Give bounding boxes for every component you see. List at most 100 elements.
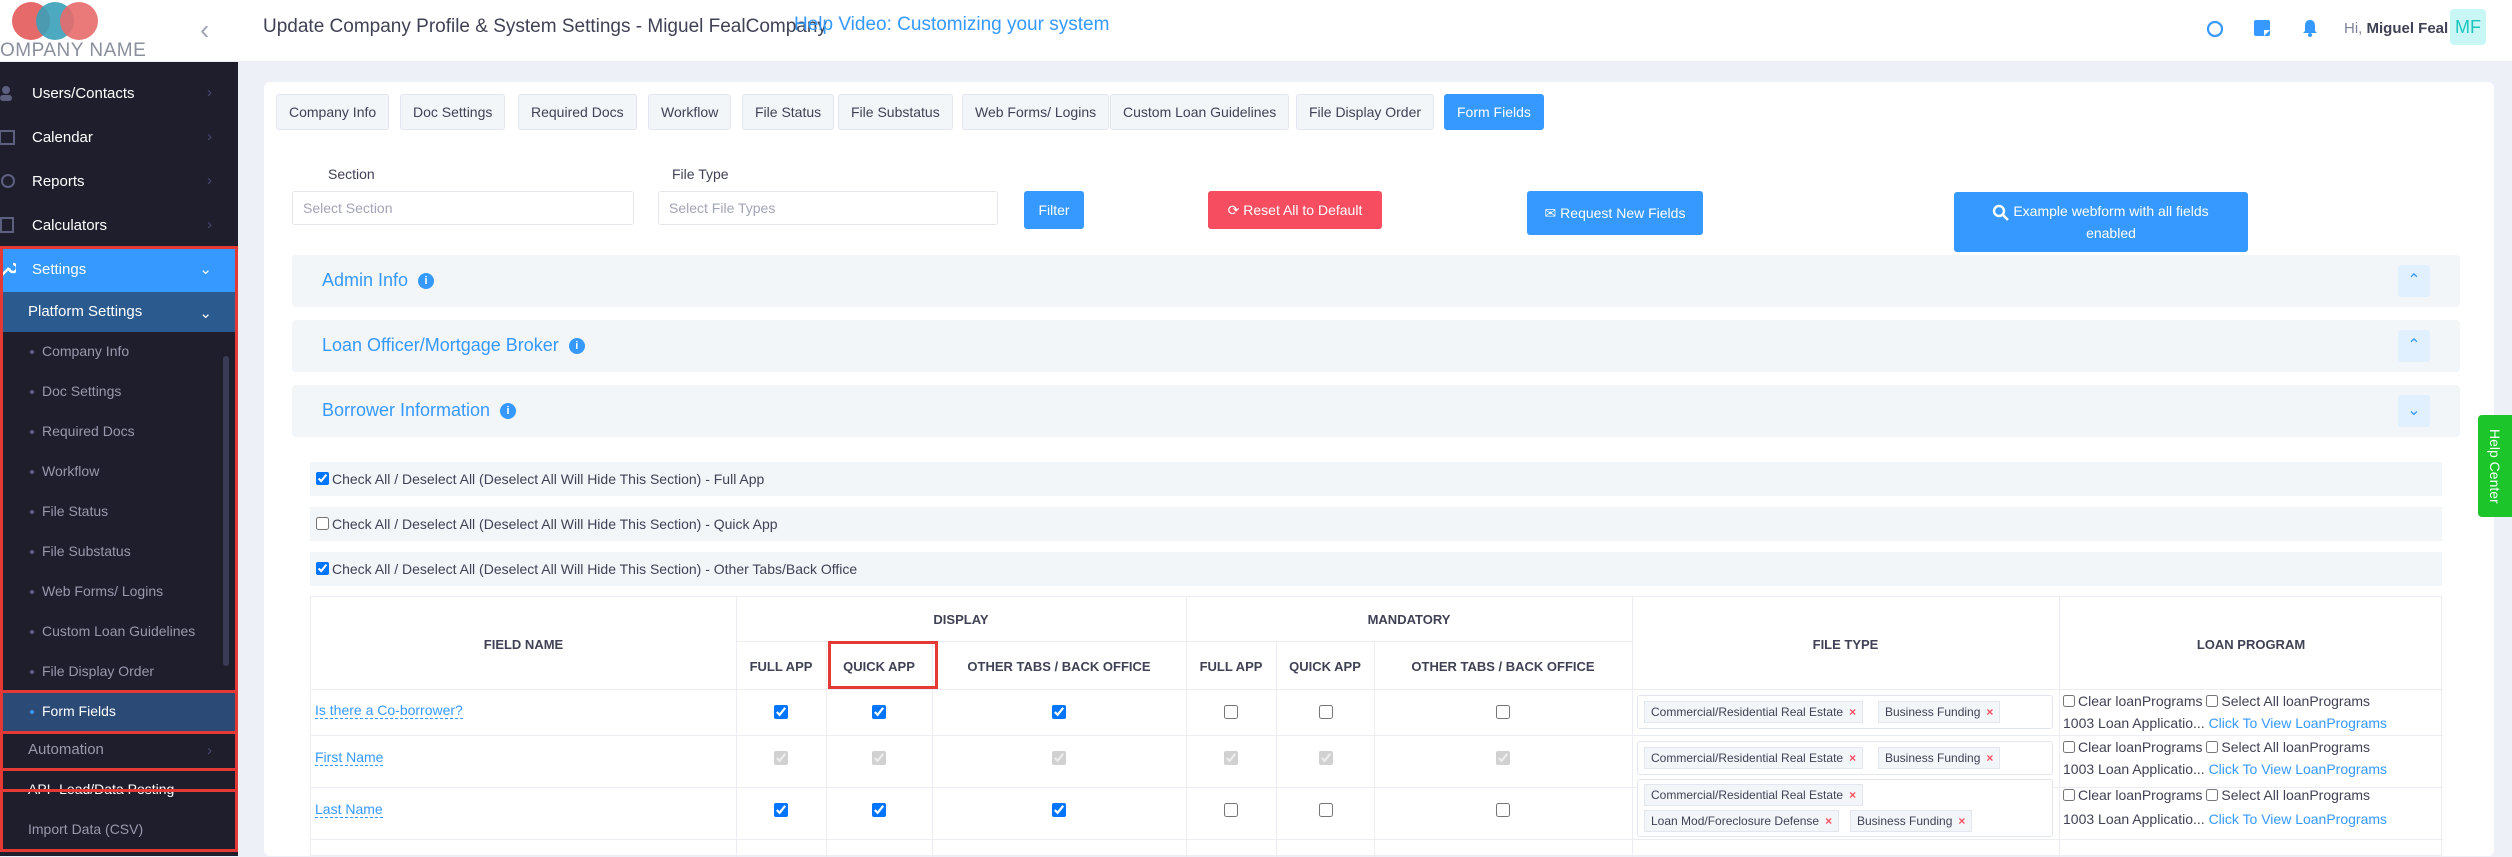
sidebar-item-platform-settings[interactable]: Platform Settings ⌄ [0, 292, 238, 332]
view-loan-programs-link[interactable]: Click To View LoanPrograms [2209, 761, 2387, 777]
clear-loan-programs[interactable]: Clear loanPrograms [2063, 739, 2203, 755]
chevron-down-icon[interactable]: ⌄ [2398, 395, 2430, 427]
sidebar-item-import[interactable]: Import Data (CSV) [0, 810, 238, 850]
display-quick-app-checkbox[interactable] [872, 705, 886, 719]
remove-icon[interactable]: × [1958, 814, 1965, 828]
remove-icon[interactable]: × [1986, 751, 1993, 765]
display-quick-app-checkbox[interactable] [872, 803, 886, 817]
request-new-fields-button[interactable]: ✉ Request New Fields [1527, 191, 1703, 235]
sidebar-subitem-company-info[interactable]: Company Info [0, 332, 238, 372]
tab-form-fields[interactable]: Form Fields [1444, 94, 1544, 130]
sidebar-subitem-file-display-order[interactable]: File Display Order [0, 652, 238, 692]
display-other-tabs-checkbox[interactable] [1052, 803, 1066, 817]
sidebar-subitem-file-status[interactable]: File Status [0, 492, 238, 532]
section-loan-officer[interactable]: Loan Officer/Mortgage Broker i ⌃ [292, 320, 2460, 372]
check-all-quick-app-checkbox[interactable] [316, 517, 329, 530]
remove-icon[interactable]: × [1849, 788, 1856, 802]
mandatory-other-tabs-checkbox[interactable] [1496, 803, 1510, 817]
sidebar-scrollbar[interactable] [223, 356, 229, 666]
display-full-app-checkbox[interactable] [774, 705, 788, 719]
help-video-link[interactable]: Help Video: Customizing your system [794, 14, 1109, 36]
tab-company-info[interactable]: Company Info [276, 94, 390, 130]
tab-doc-settings[interactable]: Doc Settings [400, 94, 506, 130]
notes-icon[interactable] [2252, 18, 2272, 38]
chevron-up-icon[interactable]: ⌃ [2398, 265, 2430, 297]
tab-web-forms[interactable]: Web Forms/ Logins [962, 94, 1110, 130]
tab-required-docs[interactable]: Required Docs [518, 94, 637, 130]
remove-icon[interactable]: × [1986, 705, 1993, 719]
filter-button[interactable]: Filter [1024, 191, 1084, 229]
remove-icon[interactable]: × [1825, 814, 1832, 828]
sidebar-subitem-custom-loan-guidelines[interactable]: Custom Loan Guidelines [0, 612, 238, 652]
tab-file-substatus[interactable]: File Substatus [838, 94, 953, 130]
tab-workflow[interactable]: Workflow [648, 94, 732, 130]
sidebar-item-calculators[interactable]: Calculators › [0, 204, 238, 248]
check-all-other-tabs: Check All / Deselect All (Deselect All W… [310, 552, 2442, 586]
file-type-multiselect[interactable]: Commercial/Residential Real Estate × Busi… [1637, 695, 2053, 729]
field-name-link[interactable]: Last Name [315, 801, 383, 818]
file-type-multiselect[interactable]: Commercial/Residential Real Estate × Busi… [1637, 741, 2053, 775]
sidebar-subitem-file-substatus[interactable]: File Substatus [0, 532, 238, 572]
view-loan-programs-link[interactable]: Click To View LoanPrograms [2209, 715, 2387, 731]
example-webform-button[interactable]: Example webform with all fields enabled [1954, 192, 2248, 252]
sidebar-item-automation[interactable]: Automation › [0, 730, 238, 770]
mandatory-quick-app-checkbox[interactable] [1319, 803, 1333, 817]
reset-all-button[interactable]: ⟳ Reset All to Default [1208, 191, 1382, 229]
sidebar-item-label: Automation [28, 741, 104, 758]
sidebar-item-users[interactable]: Users/Contacts › [0, 72, 238, 116]
search-circle-icon[interactable] [2205, 19, 2225, 39]
sidebar-item-label: Reports [32, 173, 85, 190]
filetype-select[interactable]: Select File Types [658, 191, 998, 225]
field-name-link[interactable]: First Name [315, 749, 384, 766]
info-icon[interactable]: i [500, 403, 517, 419]
tab-file-display-order[interactable]: File Display Order [1296, 94, 1435, 130]
mandatory-full-app-checkbox[interactable] [1224, 803, 1238, 817]
sidebar-item-settings[interactable]: Settings ⌄ [0, 248, 238, 292]
clear-loan-programs[interactable]: Clear loanPrograms [2063, 693, 2203, 709]
display-full-app-checkbox[interactable] [774, 803, 788, 817]
user-greeting[interactable]: Hi, Miguel Feal [2344, 20, 2448, 37]
check-all-other-tabs-checkbox[interactable] [316, 562, 329, 575]
sidebar-subitem-web-forms[interactable]: Web Forms/ Logins [0, 572, 238, 612]
sidebar-subitem-doc-settings[interactable]: Doc Settings [0, 372, 238, 412]
search-icon [1992, 204, 2009, 221]
help-center-tab[interactable]: Help Center [2478, 415, 2512, 517]
mandatory-other-tabs-checkbox[interactable] [1496, 705, 1510, 719]
info-icon[interactable]: i [418, 273, 435, 289]
sidebar-subitem-required-docs[interactable]: Required Docs [0, 412, 238, 452]
section-borrower-info[interactable]: Borrower Information i ⌄ [292, 385, 2460, 437]
mandatory-quick-app-checkbox[interactable] [1319, 705, 1333, 719]
select-all-loan-programs[interactable]: Select All loanPrograms [2206, 693, 2370, 709]
loan-program-controls: Clear loanPrograms Select All loanProgra… [2063, 739, 2370, 755]
avatar[interactable]: MF [2450, 9, 2486, 45]
sidebar-collapse-icon[interactable]: ‹ [200, 14, 209, 46]
check-all-full-app-checkbox[interactable] [316, 472, 329, 485]
sidebar-item-api[interactable]: API- Lead/Data Posting [0, 770, 238, 810]
mandatory-full-app-checkbox[interactable] [1224, 705, 1238, 719]
sidebar-subitem-form-fields[interactable]: Form Fields [0, 692, 238, 732]
sidebar-subitem-workflow[interactable]: Workflow [0, 452, 238, 492]
info-icon[interactable]: i [568, 338, 585, 354]
mandatory-other-tabs-checkbox [1496, 751, 1510, 765]
sidebar-item-reports[interactable]: Reports › [0, 160, 238, 204]
select-all-loan-programs[interactable]: Select All loanPrograms [2206, 787, 2370, 803]
section-select[interactable]: Select Section [292, 191, 634, 225]
loan-program-prefix: 1003 Loan Applicatio... [2063, 715, 2205, 731]
calculator-icon [0, 217, 14, 233]
file-type-multiselect[interactable]: Commercial/Residential Real Estate × Loan… [1637, 779, 2053, 837]
chevron-up-icon[interactable]: ⌃ [2398, 330, 2430, 362]
display-other-tabs-checkbox[interactable] [1052, 705, 1066, 719]
tab-custom-loan-guidelines[interactable]: Custom Loan Guidelines [1110, 94, 1290, 130]
company-logo[interactable]: OMPANY NAME [0, 0, 200, 62]
section-admin-info[interactable]: Admin Info i ⌃ [292, 255, 2460, 307]
field-name-link[interactable]: Is there a Co-borrower? [315, 702, 463, 719]
remove-icon[interactable]: × [1849, 751, 1856, 765]
check-all-label: Check All / Deselect All (Deselect All W… [332, 516, 778, 532]
sidebar-item-calendar[interactable]: Calendar › [0, 116, 238, 160]
clear-loan-programs[interactable]: Clear loanPrograms [2063, 787, 2203, 803]
remove-icon[interactable]: × [1849, 705, 1856, 719]
view-loan-programs-link[interactable]: Click To View LoanPrograms [2209, 811, 2387, 827]
bell-icon[interactable] [2300, 18, 2320, 38]
select-all-loan-programs[interactable]: Select All loanPrograms [2206, 739, 2370, 755]
tab-file-status[interactable]: File Status [742, 94, 835, 130]
